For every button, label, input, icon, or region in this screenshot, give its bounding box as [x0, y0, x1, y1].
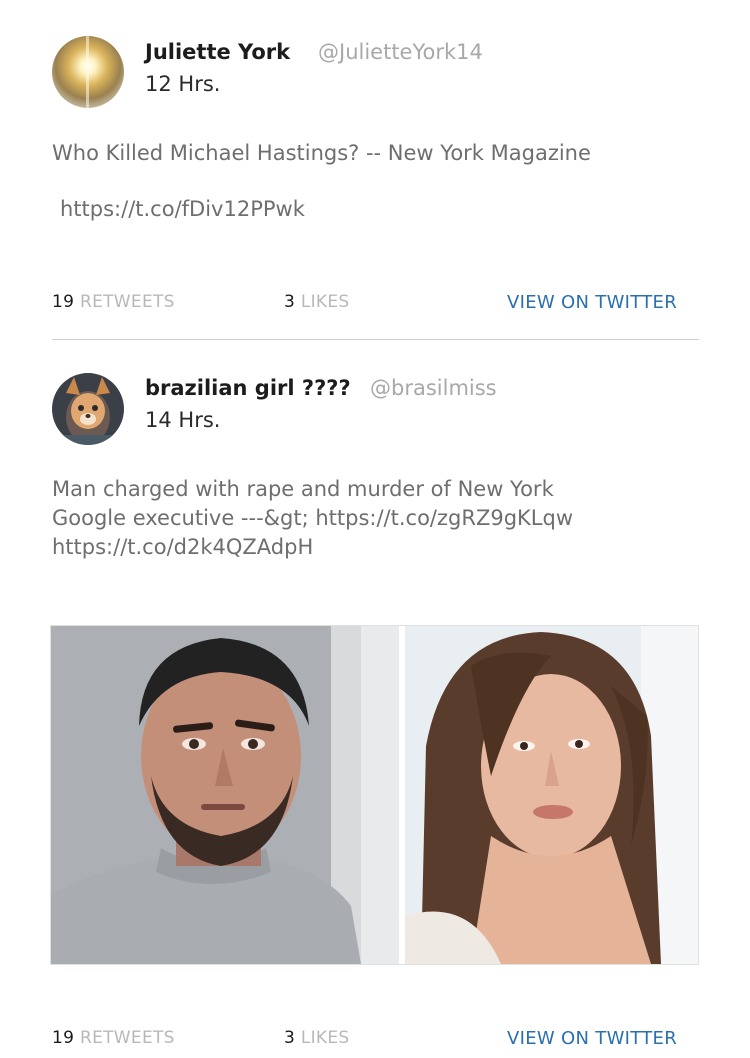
- retweets-number: 19: [52, 292, 75, 312]
- likes-label: LIKES: [300, 292, 350, 312]
- user-name[interactable]: Juliette York: [145, 40, 290, 64]
- tweet-text-line[interactable]: https://t.co/d2k4QZAdpH: [52, 533, 712, 562]
- user-handle[interactable]: @JulietteYork14: [318, 40, 483, 64]
- retweets-count: 19 RETWEETS: [52, 1028, 175, 1048]
- tweet-card: Juliette York @JulietteYork14 12 Hrs. Wh…: [0, 0, 750, 340]
- tweet-text-line: Man charged with rape and murder of New …: [52, 477, 554, 501]
- retweets-label: RETWEETS: [79, 292, 175, 312]
- likes-number: 3: [284, 292, 296, 312]
- timestamp: 14 Hrs.: [145, 408, 221, 432]
- likes-count: 3 LIKES: [284, 1028, 350, 1048]
- retweets-count: 19 RETWEETS: [52, 292, 175, 312]
- tweet-link[interactable]: https://t.co/fDiv12PPwk: [60, 197, 305, 221]
- user-name[interactable]: brazilian girl ????: [145, 376, 351, 400]
- tweet-text: Who Killed Michael Hastings? -- New York…: [52, 141, 591, 165]
- tweet-media-image[interactable]: [50, 625, 699, 965]
- likes-label: LIKES: [300, 1028, 350, 1048]
- likes-number: 3: [284, 1028, 296, 1048]
- avatar[interactable]: [52, 36, 124, 108]
- view-on-twitter-link[interactable]: VIEW ON TWITTER: [507, 292, 677, 313]
- retweets-label: RETWEETS: [79, 1028, 175, 1048]
- user-handle[interactable]: @brasilmiss: [370, 376, 497, 400]
- likes-count: 3 LIKES: [284, 292, 350, 312]
- avatar[interactable]: [52, 373, 124, 445]
- tweet-card: brazilian girl ???? @brasilmiss 14 Hrs. …: [0, 340, 750, 1058]
- retweets-number: 19: [52, 1028, 75, 1048]
- tweet-text-line[interactable]: Google executive ---&gt; https://t.co/zg…: [52, 504, 712, 533]
- timestamp: 12 Hrs.: [145, 72, 221, 96]
- tweet-text: Man charged with rape and murder of New …: [52, 475, 712, 562]
- view-on-twitter-link[interactable]: VIEW ON TWITTER: [507, 1028, 677, 1049]
